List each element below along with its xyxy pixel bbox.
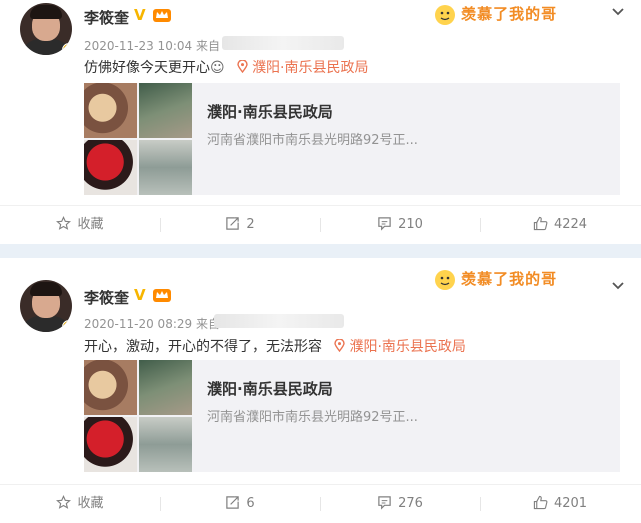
comment-icon — [378, 217, 391, 231]
card-address: 河南省濮阳市南乐县光明路92号正... — [207, 410, 418, 425]
location-card[interactable]: 濮阳·南乐县民政局 河南省濮阳市南乐县光明路92号正... — [84, 360, 620, 472]
location-link[interactable]: 濮阳·南乐县民政局 — [334, 338, 466, 355]
thumbs-up-emoji-icon — [435, 4, 455, 25]
favorite-button[interactable]: 收藏 — [0, 485, 160, 523]
card-title: 濮阳·南乐县民政局 — [207, 103, 333, 121]
weibo-post: 李筱奎 V 羡慕了我的哥 2020-11-20 08:29 来自 开心，激动，开… — [0, 258, 641, 522]
location-link[interactable]: 濮阳·南乐县民政局 — [237, 59, 369, 76]
vip-v-icon: V — [134, 6, 146, 24]
location-photos — [84, 360, 192, 472]
action-bar: 收藏 2 210 4224 — [0, 205, 641, 244]
sticker-text: 羡慕了我的哥 — [461, 5, 558, 23]
blurred-source — [222, 36, 344, 50]
repost-button[interactable]: 6 — [160, 485, 320, 523]
photo-thumb — [84, 360, 137, 415]
source-prefix: 来自 — [195, 39, 220, 53]
verified-badge-icon — [62, 43, 72, 55]
sticker-text: 羡慕了我的哥 — [461, 270, 558, 288]
post-separator — [0, 244, 641, 258]
chevron-down-icon[interactable] — [610, 4, 626, 20]
post-text: 仿佛好像今天更开心☺ 濮阳·南乐县民政局 — [84, 59, 369, 76]
card-address: 河南省濮阳市南乐县光明路92号正... — [207, 133, 418, 148]
photo-thumb — [139, 140, 192, 195]
weibo-post: 李筱奎 V 羡慕了我的哥 2020-11-23 10:04 来自 仿佛好像今天更… — [0, 0, 641, 244]
card-title: 濮阳·南乐县民政局 — [207, 380, 333, 398]
photo-thumb — [139, 417, 192, 472]
post-time[interactable]: 2020-11-20 08:29 — [84, 317, 192, 331]
like-button[interactable]: 4201 — [480, 485, 640, 523]
star-icon — [56, 216, 72, 230]
thumbs-up-emoji-icon — [435, 269, 455, 290]
photo-thumb — [84, 140, 137, 195]
comment-button[interactable]: 276 — [320, 485, 480, 523]
location-pin-icon — [334, 338, 346, 353]
chevron-down-icon[interactable] — [610, 278, 626, 294]
star-icon — [56, 495, 72, 509]
blurred-source — [214, 314, 344, 328]
comment-icon — [378, 496, 391, 510]
thumbs-up-icon — [533, 495, 548, 510]
photo-thumb — [84, 83, 137, 138]
username[interactable]: 李筱奎 — [84, 7, 129, 28]
sticker-banner: 羡慕了我的哥 — [434, 268, 596, 294]
post-text: 开心，激动，开心的不得了，无法形容 濮阳·南乐县民政局 — [84, 338, 466, 355]
verified-badge-icon — [62, 320, 72, 332]
post-meta: 2020-11-23 10:04 来自 — [84, 37, 220, 54]
avatar[interactable] — [20, 280, 72, 332]
photo-thumb — [84, 417, 137, 472]
username[interactable]: 李筱奎 — [84, 287, 129, 308]
thumbs-up-icon — [533, 216, 548, 231]
member-crown-icon — [153, 9, 171, 22]
photo-thumb — [139, 360, 192, 415]
favorite-button[interactable]: 收藏 — [0, 206, 160, 244]
vip-v-icon: V — [134, 286, 146, 304]
action-bar: 收藏 6 276 4201 — [0, 484, 641, 523]
sticker-banner: 羡慕了我的哥 — [434, 3, 596, 29]
location-photos — [84, 83, 192, 195]
avatar[interactable] — [20, 3, 72, 55]
repost-icon — [226, 217, 240, 230]
post-time[interactable]: 2020-11-23 10:04 — [84, 39, 192, 53]
repost-icon — [226, 496, 240, 509]
location-pin-icon — [237, 59, 248, 74]
like-button[interactable]: 4224 — [480, 206, 640, 244]
member-crown-icon — [153, 289, 171, 302]
photo-thumb — [139, 83, 192, 138]
repost-button[interactable]: 2 — [160, 206, 320, 244]
post-meta: 2020-11-20 08:29 来自 — [84, 315, 220, 332]
smile-emoji: ☺ — [210, 60, 225, 76]
location-card[interactable]: 濮阳·南乐县民政局 河南省濮阳市南乐县光明路92号正... — [84, 83, 620, 195]
comment-button[interactable]: 210 — [320, 206, 480, 244]
